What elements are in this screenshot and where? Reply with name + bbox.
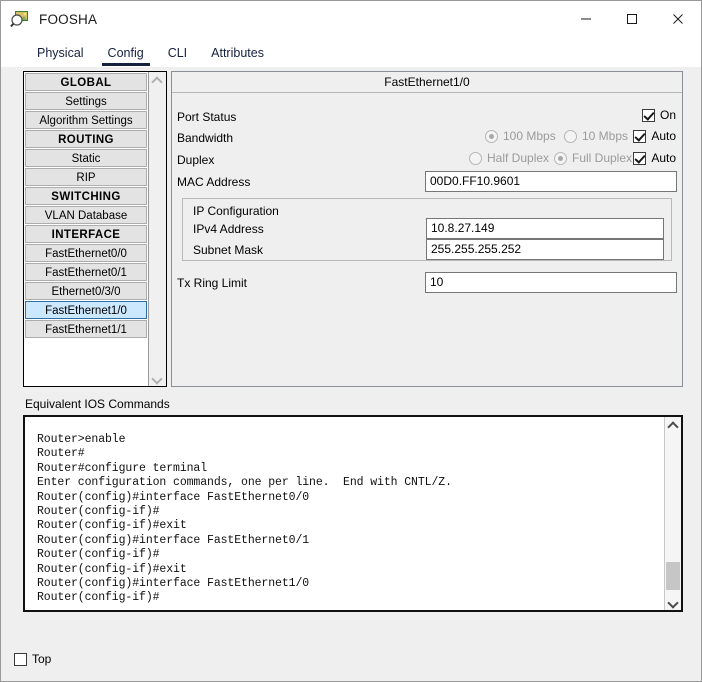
maximize-button[interactable] bbox=[609, 1, 655, 37]
tab-physical[interactable]: Physical bbox=[25, 46, 96, 67]
bandwidth-auto-checkbox-group[interactable]: Auto bbox=[633, 129, 676, 143]
bandwidth-label: Bandwidth bbox=[177, 131, 234, 145]
config-content: GLOBAL Settings Algorithm Settings ROUTI… bbox=[1, 67, 701, 681]
sidebar-header-global: GLOBAL bbox=[25, 73, 147, 91]
sidebar-item-rip[interactable]: RIP bbox=[25, 168, 147, 186]
close-button[interactable] bbox=[655, 1, 701, 37]
tx-ring-limit-label: Tx Ring Limit bbox=[177, 276, 248, 290]
bandwidth-10mbps-radio[interactable] bbox=[564, 129, 577, 143]
bandwidth-auto-label: Auto bbox=[651, 129, 676, 143]
window-title: FOOSHA bbox=[39, 11, 98, 27]
ip-configuration-group: IP Configuration IPv4 Address 10.8.27.14… bbox=[182, 198, 672, 261]
sidebar-scrollbar[interactable] bbox=[148, 72, 166, 386]
duplex-full-label: Full Duplex bbox=[572, 151, 633, 165]
duplex-full-radio[interactable] bbox=[554, 151, 567, 165]
panel-body: Port Status On Bandwidth 100 Mbps 10 Mbp… bbox=[172, 93, 682, 386]
footer-bar: Top bbox=[1, 637, 701, 681]
console-scroll-up-icon[interactable] bbox=[665, 417, 681, 434]
top-checkbox-group[interactable]: Top bbox=[14, 652, 51, 666]
sidebar-header-routing: ROUTING bbox=[25, 130, 147, 148]
minimize-button[interactable] bbox=[563, 1, 609, 37]
duplex-auto-checkbox[interactable] bbox=[633, 151, 647, 165]
bandwidth-100mbps-radio-group[interactable]: 100 Mbps bbox=[485, 129, 556, 143]
ios-commands-text: Router>enable Router# Router#configure t… bbox=[37, 433, 452, 605]
console-scrollbar[interactable] bbox=[664, 417, 681, 610]
bandwidth-10mbps-radio-group[interactable]: 10 Mbps bbox=[564, 129, 628, 143]
duplex-half-radio-group[interactable]: Half Duplex bbox=[469, 151, 549, 165]
config-sidebar: GLOBAL Settings Algorithm Settings ROUTI… bbox=[23, 71, 167, 387]
sidebar-item-algorithm-settings[interactable]: Algorithm Settings bbox=[25, 111, 147, 129]
bandwidth-100mbps-radio[interactable] bbox=[485, 129, 498, 143]
subnet-mask-input[interactable]: 255.255.255.252 bbox=[426, 239, 664, 260]
sidebar-scroll-down-icon[interactable] bbox=[149, 369, 166, 386]
ios-commands-console: Router>enable Router# Router#configure t… bbox=[23, 415, 683, 612]
bandwidth-10mbps-label: 10 Mbps bbox=[582, 129, 629, 143]
top-label: Top bbox=[32, 652, 52, 666]
sidebar-item-fastethernet1-1[interactable]: FastEthernet1/1 bbox=[25, 320, 147, 338]
console-scroll-down-icon[interactable] bbox=[665, 593, 681, 610]
sidebar-item-static[interactable]: Static bbox=[25, 149, 147, 167]
tab-attributes[interactable]: Attributes bbox=[199, 46, 276, 67]
ios-commands-label: Equivalent IOS Commands bbox=[25, 397, 170, 411]
sidebar-item-vlan-database[interactable]: VLAN Database bbox=[25, 206, 147, 224]
ipv4-address-label: IPv4 Address bbox=[193, 222, 264, 236]
mac-address-input[interactable]: 00D0.FF10.9601 bbox=[425, 171, 677, 192]
ipv4-address-input[interactable]: 10.8.27.149 bbox=[426, 218, 664, 239]
duplex-auto-label: Auto bbox=[651, 151, 676, 165]
ip-configuration-legend: IP Configuration bbox=[193, 204, 279, 218]
console-scroll-thumb[interactable] bbox=[666, 562, 680, 590]
panel-title: FastEthernet1/0 bbox=[172, 72, 682, 93]
duplex-half-radio[interactable] bbox=[469, 151, 482, 165]
bandwidth-auto-checkbox[interactable] bbox=[633, 129, 647, 143]
tab-cli[interactable]: CLI bbox=[156, 46, 199, 67]
port-status-checkbox-group[interactable]: On bbox=[641, 108, 676, 122]
duplex-label: Duplex bbox=[177, 153, 215, 167]
sidebar-item-fastethernet0-0[interactable]: FastEthernet0/0 bbox=[25, 244, 147, 262]
tx-ring-limit-input[interactable]: 10 bbox=[425, 272, 677, 293]
bandwidth-100mbps-label: 100 Mbps bbox=[503, 129, 556, 143]
port-status-on-label: On bbox=[659, 108, 676, 122]
duplex-full-radio-group[interactable]: Full Duplex bbox=[554, 151, 632, 165]
tab-config[interactable]: Config bbox=[96, 46, 156, 67]
app-magnifier-icon bbox=[10, 9, 30, 29]
device-config-window: FOOSHA Physical Config CLI Attributes GL… bbox=[0, 0, 702, 682]
mac-address-label: MAC Address bbox=[177, 175, 251, 189]
interface-panel: FastEthernet1/0 Port Status On Bandwidth… bbox=[171, 71, 683, 387]
sidebar-item-ethernet0-3-0[interactable]: Ethernet0/3/0 bbox=[25, 282, 147, 300]
port-status-checkbox[interactable] bbox=[641, 108, 655, 122]
sidebar-header-switching: SWITCHING bbox=[25, 187, 147, 205]
duplex-auto-checkbox-group[interactable]: Auto bbox=[633, 151, 676, 165]
port-status-label: Port Status bbox=[177, 110, 237, 124]
sidebar-scroll-up-icon[interactable] bbox=[149, 72, 166, 89]
subnet-mask-label: Subnet Mask bbox=[193, 243, 264, 257]
window-controls bbox=[563, 1, 701, 37]
sidebar-list: GLOBAL Settings Algorithm Settings ROUTI… bbox=[24, 72, 148, 386]
sidebar-item-fastethernet1-0[interactable]: FastEthernet1/0 bbox=[25, 301, 147, 319]
title-bar: FOOSHA bbox=[1, 1, 701, 37]
sidebar-item-fastethernet0-1[interactable]: FastEthernet0/1 bbox=[25, 263, 147, 281]
tab-bar: Physical Config CLI Attributes bbox=[1, 37, 701, 67]
sidebar-item-settings[interactable]: Settings bbox=[25, 92, 147, 110]
duplex-half-label: Half Duplex bbox=[487, 151, 550, 165]
sidebar-header-interface: INTERFACE bbox=[25, 225, 147, 243]
top-checkbox[interactable] bbox=[14, 652, 27, 666]
